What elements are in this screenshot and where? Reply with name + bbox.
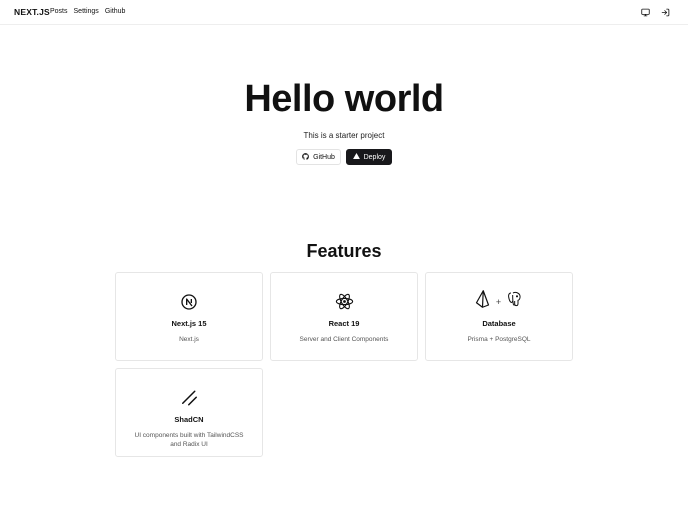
feature-card-title: Database — [482, 319, 516, 328]
main-nav: Posts Settings Github — [50, 8, 125, 15]
github-button[interactable]: GitHub — [296, 149, 341, 165]
feature-card-description: Server and Client Components — [299, 336, 389, 343]
sign-in-icon[interactable] — [660, 7, 670, 17]
github-button-label: GitHub — [313, 153, 335, 161]
feature-card-description: Prisma + PostgreSQL — [467, 336, 531, 343]
top-navbar: NEXT.JS Posts Settings Github — [0, 0, 688, 25]
feature-card-title: ShadCN — [174, 415, 204, 424]
feature-card-title: Next.js 15 — [171, 319, 207, 328]
feature-card-nextjs: Next.js 15 Next.js — [115, 272, 263, 361]
react-icon — [335, 293, 354, 310]
hero-subtitle: This is a starter project — [303, 131, 385, 140]
prisma-postgres-icon: + — [475, 290, 523, 313]
nextjs-icon — [181, 293, 197, 310]
feature-card-description: Next.js — [179, 336, 199, 343]
vercel-triangle-icon — [352, 153, 360, 161]
deploy-button-label: Deploy — [363, 153, 386, 161]
feature-card-database: + Database Prisma + PostgreSQL — [425, 272, 573, 361]
hero-title: Hello world — [244, 78, 444, 120]
feature-card-description: UI components built with TailwindCSS and… — [134, 432, 244, 448]
nav-github-link[interactable]: Github — [105, 8, 126, 15]
features-title: Features — [306, 241, 382, 261]
github-icon — [302, 152, 309, 162]
header-actions — [640, 7, 670, 17]
brand-logo[interactable]: NEXT.JS — [14, 7, 50, 17]
hero-actions: GitHub Deploy — [0, 149, 688, 165]
monitor-icon[interactable] — [640, 7, 650, 17]
deploy-button[interactable]: Deploy — [346, 149, 392, 165]
feature-card-title: React 19 — [328, 319, 360, 328]
plus-sign: + — [495, 296, 502, 307]
nav-posts-link[interactable]: Posts — [50, 8, 68, 15]
shadcn-icon — [180, 389, 199, 406]
feature-card-react: React 19 Server and Client Components — [270, 272, 418, 361]
nav-settings-link[interactable]: Settings — [74, 8, 99, 15]
prisma-icon — [475, 290, 490, 313]
postgresql-icon — [507, 291, 523, 312]
feature-card-shadcn: ShadCN UI components built with Tailwind… — [115, 368, 263, 457]
